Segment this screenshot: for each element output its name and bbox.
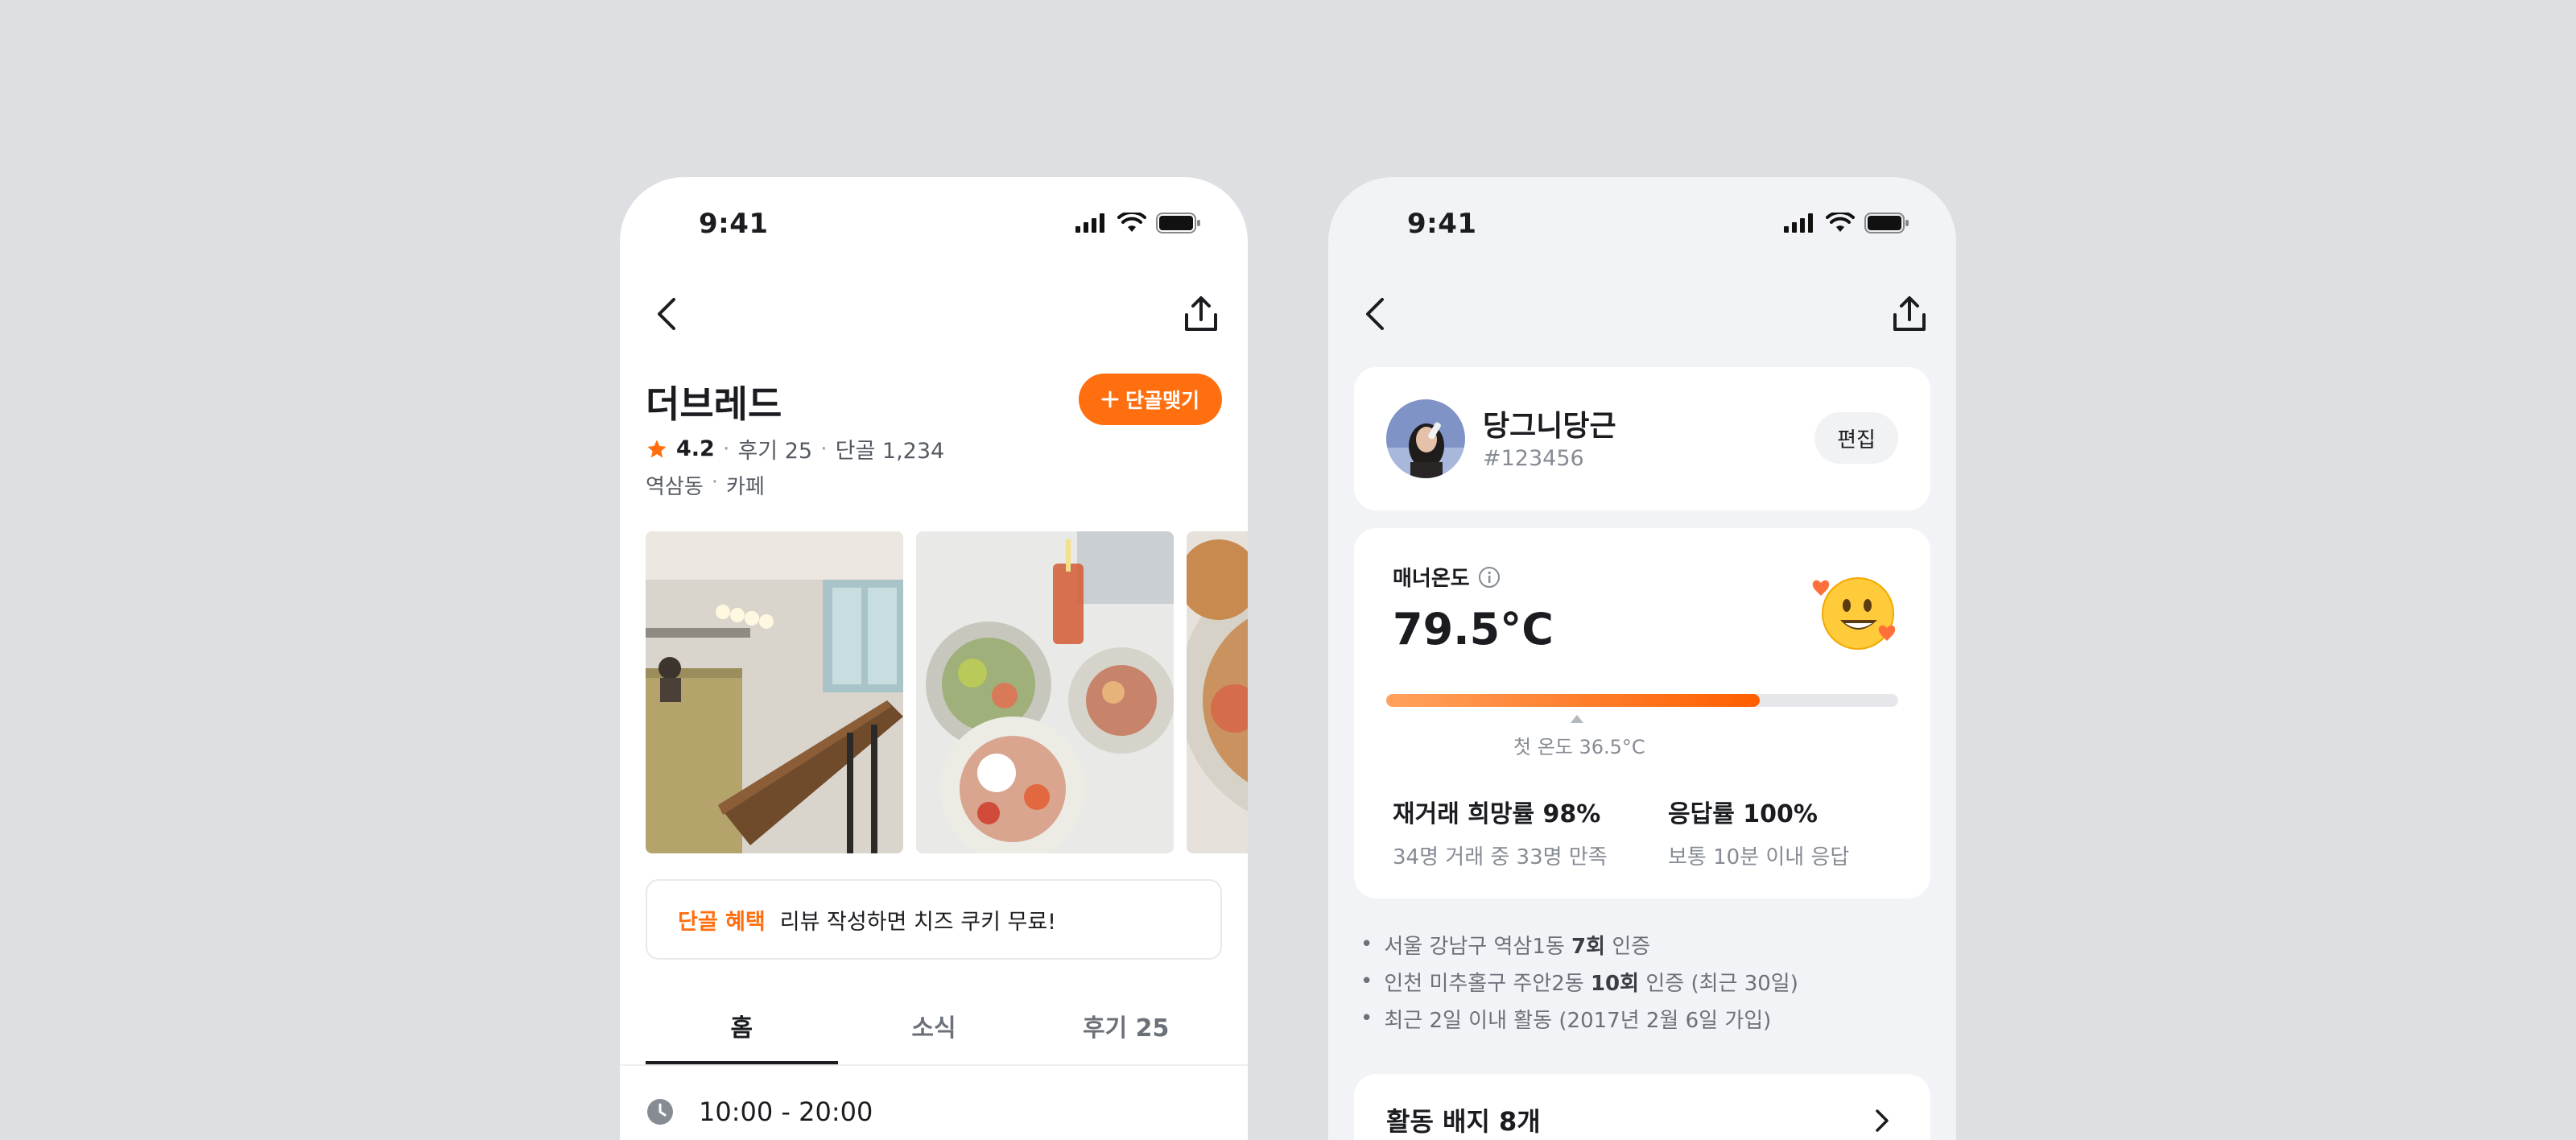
list-item: • 서울 강남구 역삼1동 7회 인증 — [1360, 926, 1798, 963]
join-regular-label: 단골맺기 — [1125, 389, 1199, 412]
rebuy-rate-stat: 재거래 희망률 98% 34명 거래 중 33명 만족 — [1393, 794, 1608, 870]
response-rate-stat: 응답률 100% 보통 10분 이내 응답 — [1668, 794, 1849, 870]
store-location: 역삼동 · 카페 — [646, 470, 765, 500]
cert-text: 최근 2일 이내 활동 (2017년 2월 6일 가입) — [1384, 1008, 1772, 1033]
wifi-icon — [1117, 213, 1146, 232]
photo-cafe-interior[interactable] — [646, 531, 903, 853]
rebuy-rate-sub: 34명 거래 중 33명 만족 — [1393, 845, 1608, 869]
manner-progress-fill — [1386, 694, 1761, 707]
star-icon — [647, 439, 667, 457]
store-category: 카페 — [726, 475, 765, 499]
photo-partial[interactable] — [1187, 531, 1248, 853]
response-rate-sub: 보통 10분 이내 응답 — [1668, 845, 1850, 869]
hours-row: 14:00 - 17:00 휴게 시간 — [646, 1132, 984, 1140]
share-icon — [1185, 296, 1217, 331]
list-item: • 인천 미추홀구 주안2동 10회 인증 (최근 30일) — [1360, 963, 1798, 1000]
regular-benefit-banner[interactable]: 단골 혜택 리뷰 작성하면 치즈 쿠키 무료! — [646, 879, 1222, 960]
store-screen: 9:41 더브레드 단골맺기 4.2 · 후기 25 · 단골 1,234 역삼… — [620, 177, 1248, 1140]
status-bar: 9:41 — [1328, 177, 1956, 274]
tabs-divider — [620, 1064, 1248, 1066]
business-hours: 10:00 - 20:00 14:00 - 17:00 휴게 시간 — [646, 1092, 984, 1140]
info-icon[interactable] — [1478, 566, 1501, 589]
nav-bar — [1328, 274, 1956, 354]
back-icon — [658, 298, 675, 330]
review-count[interactable]: 후기 25 — [737, 433, 812, 465]
separator: · — [722, 436, 730, 461]
activity-badges-row[interactable]: 활동 배지 8개 — [1354, 1074, 1930, 1140]
edit-profile-button[interactable]: 편집 — [1814, 412, 1898, 464]
separator: · — [711, 470, 719, 494]
nickname: 당그니당근 — [1483, 410, 1616, 443]
manner-temperature-card: 매너온도 79.5°C 첫 온도 36.5°C 재거래 희망률 98% 34명 … — [1354, 528, 1930, 898]
status-time: 9:41 — [699, 208, 769, 240]
profile-screen: 9:41 당그니당근 #123456 편집 매너온도 79.5°C 첫 온도 3… — [1328, 177, 1956, 1140]
smile-emoji-icon — [1812, 577, 1896, 650]
join-regular-button[interactable]: 단골맺기 — [1078, 374, 1222, 425]
manner-temperature: 79.5°C — [1393, 604, 1554, 655]
battery-icon — [1156, 213, 1200, 233]
manner-label-text: 매너온도 — [1393, 567, 1470, 591]
share-icon — [1893, 296, 1926, 331]
regular-count: 단골 1,234 — [835, 439, 945, 464]
signal-icon — [1075, 213, 1104, 233]
benefit-tag: 단골 혜택 — [678, 909, 766, 935]
opening-hours: 10:00 - 20:00 — [699, 1097, 873, 1127]
hours-row: 10:00 - 20:00 — [646, 1092, 984, 1132]
wifi-icon — [1826, 213, 1855, 232]
clock-icon — [647, 1099, 673, 1125]
break-hours: 14:00 - 17:00 휴게 시간 — [646, 1134, 984, 1140]
tab-reviews[interactable]: 후기 25 — [1030, 990, 1222, 1064]
first-temp-marker — [1571, 715, 1583, 723]
manner-progress-bar — [1386, 694, 1898, 707]
cert-text: 인천 미추홀구 주안2동 10회 인증 (최근 30일) — [1384, 971, 1798, 996]
response-rate-title: 응답률 100% — [1668, 800, 1818, 828]
status-icons — [1784, 213, 1909, 233]
back-icon — [1366, 298, 1384, 330]
back-button[interactable] — [1352, 291, 1397, 337]
manner-label: 매너온도 — [1393, 562, 1501, 592]
status-icons — [1075, 213, 1201, 233]
profile-card: 당그니당근 #123456 편집 — [1354, 367, 1930, 510]
store-name: 더브레드 — [646, 382, 782, 426]
first-temp-label: 첫 온도 36.5°C — [1513, 736, 1645, 758]
tab-home[interactable]: 홈 — [646, 990, 838, 1064]
plus-icon — [1101, 390, 1119, 408]
benefit-text: 리뷰 작성하면 치즈 쿠키 무료! — [779, 909, 1056, 935]
share-button[interactable] — [1179, 291, 1224, 337]
back-button[interactable] — [644, 291, 689, 337]
store-area: 역삼동 — [646, 475, 704, 499]
share-button[interactable] — [1887, 291, 1932, 337]
rebuy-rate-title: 재거래 희망률 98% — [1393, 800, 1601, 828]
store-tabs: 홈 소식 후기 25 — [646, 990, 1222, 1064]
signal-icon — [1784, 213, 1813, 233]
user-id: #123456 — [1483, 446, 1584, 471]
battery-icon — [1864, 213, 1909, 233]
list-item: • 최근 2일 이내 활동 (2017년 2월 6일 가입) — [1360, 1000, 1798, 1037]
chevron-right-icon — [1866, 1105, 1898, 1137]
status-bar: 9:41 — [620, 177, 1248, 274]
bullet: • — [1360, 1006, 1373, 1031]
bullet: • — [1360, 969, 1373, 993]
photo-carousel[interactable] — [646, 531, 1248, 853]
bullet: • — [1360, 932, 1373, 956]
avatar[interactable] — [1386, 399, 1465, 478]
store-meta: 4.2 · 후기 25 · 단골 1,234 — [646, 433, 944, 465]
status-time: 9:41 — [1407, 208, 1477, 240]
activity-badges-title: 활동 배지 8개 — [1386, 1106, 1541, 1137]
certification-list: • 서울 강남구 역삼1동 7회 인증 • 인천 미추홀구 주안2동 10회 인… — [1360, 926, 1798, 1037]
tab-news[interactable]: 소식 — [838, 990, 1030, 1064]
cert-text: 서울 강남구 역삼1동 7회 인증 — [1384, 934, 1651, 959]
photo-brunch-plates[interactable] — [916, 531, 1174, 853]
nav-bar — [620, 274, 1248, 354]
rating-value: 4.2 — [676, 436, 715, 461]
separator: · — [820, 436, 828, 461]
